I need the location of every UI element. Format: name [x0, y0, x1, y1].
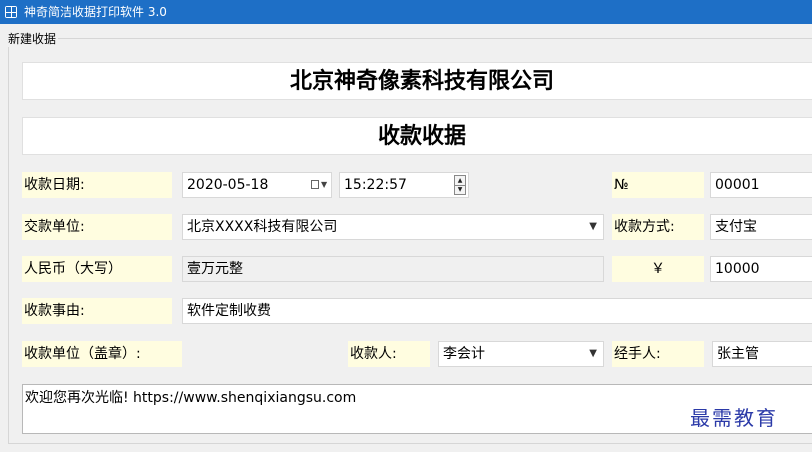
receiver-label: 收款人:: [348, 341, 430, 367]
app-icon: [5, 6, 17, 18]
title-bar: 神奇简洁收据打印软件 3.0: [0, 0, 812, 24]
chevron-down-icon[interactable]: ▼: [589, 342, 597, 366]
receipt-number-label: №: [612, 172, 704, 198]
amount-upper-label: 人民币（大写）: [22, 256, 172, 282]
date-picker[interactable]: 2020-05-18 ▼: [182, 172, 332, 198]
time-picker[interactable]: 15:22:57 ▲ ▼: [339, 172, 469, 198]
payer-value: 北京XXXX科技有限公司: [187, 219, 338, 235]
date-label: 收款日期:: [22, 172, 172, 198]
payment-method-field[interactable]: 支付宝: [710, 214, 812, 240]
amount-upper-field: 壹万元整: [182, 256, 604, 282]
time-value: 15:22:57: [344, 177, 407, 193]
handler-field[interactable]: 张主管: [712, 341, 812, 367]
receiver-select[interactable]: 李会计 ▼: [438, 341, 604, 367]
payment-method-label: 收款方式:: [612, 214, 704, 240]
currency-symbol-label: ￥: [612, 256, 704, 282]
company-name-field[interactable]: 北京神奇像素科技有限公司: [22, 62, 812, 100]
date-value: 2020-05-18: [187, 177, 269, 193]
time-spinner[interactable]: ▲ ▼: [454, 175, 466, 195]
receiver-value: 李会计: [443, 346, 485, 362]
receipt-heading-field[interactable]: 收款收据: [22, 117, 812, 155]
spin-down-icon[interactable]: ▼: [455, 185, 465, 194]
group-box-label: 新建收据: [6, 30, 59, 47]
receiving-unit-label: 收款单位（盖章）:: [22, 341, 182, 367]
watermark-text: 最需教育: [690, 406, 778, 430]
chevron-down-icon[interactable]: ▼: [589, 215, 597, 239]
payer-label: 交款单位:: [22, 214, 172, 240]
calendar-dropdown-icon[interactable]: ▼: [311, 180, 327, 190]
payer-select[interactable]: 北京XXXX科技有限公司 ▼: [182, 214, 604, 240]
reason-field[interactable]: 软件定制收费: [182, 298, 812, 324]
window-title: 神奇简洁收据打印软件 3.0: [24, 5, 167, 19]
reason-label: 收款事由:: [22, 298, 172, 324]
amount-field[interactable]: 10000: [710, 256, 812, 282]
receipt-number-field[interactable]: 00001: [710, 172, 812, 198]
handler-label: 经手人:: [612, 341, 704, 367]
